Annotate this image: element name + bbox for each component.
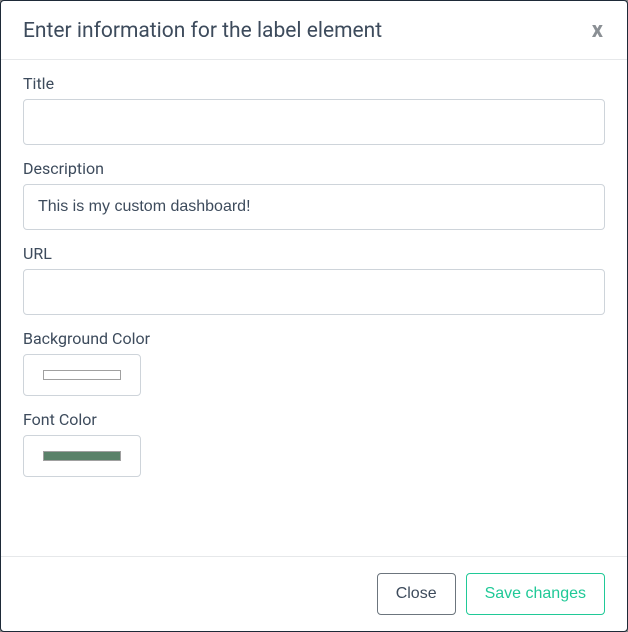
field-title: Title xyxy=(23,74,605,145)
font-color-picker[interactable] xyxy=(23,435,141,477)
modal-footer: Close Save changes xyxy=(1,556,627,631)
font-color-swatch xyxy=(43,451,121,461)
font-color-label: Font Color xyxy=(23,410,605,429)
title-label: Title xyxy=(23,74,605,93)
modal-title: Enter information for the label element xyxy=(23,19,382,43)
background-color-label: Background Color xyxy=(23,329,605,348)
modal-header: Enter information for the label element … xyxy=(1,1,627,60)
save-changes-button[interactable]: Save changes xyxy=(466,573,605,615)
close-icon[interactable]: x xyxy=(590,20,605,42)
field-background-color: Background Color xyxy=(23,329,605,396)
title-input[interactable] xyxy=(23,99,605,145)
description-input[interactable] xyxy=(23,184,605,230)
modal-body: Title Description URL Background Color F… xyxy=(1,60,627,556)
field-font-color: Font Color xyxy=(23,410,605,477)
url-label: URL xyxy=(23,244,605,263)
background-color-swatch xyxy=(43,370,121,380)
modal-dialog: Enter information for the label element … xyxy=(0,0,628,632)
field-url: URL xyxy=(23,244,605,315)
url-input[interactable] xyxy=(23,269,605,315)
field-description: Description xyxy=(23,159,605,230)
description-label: Description xyxy=(23,159,605,178)
close-button[interactable]: Close xyxy=(377,573,456,615)
background-color-picker[interactable] xyxy=(23,354,141,396)
